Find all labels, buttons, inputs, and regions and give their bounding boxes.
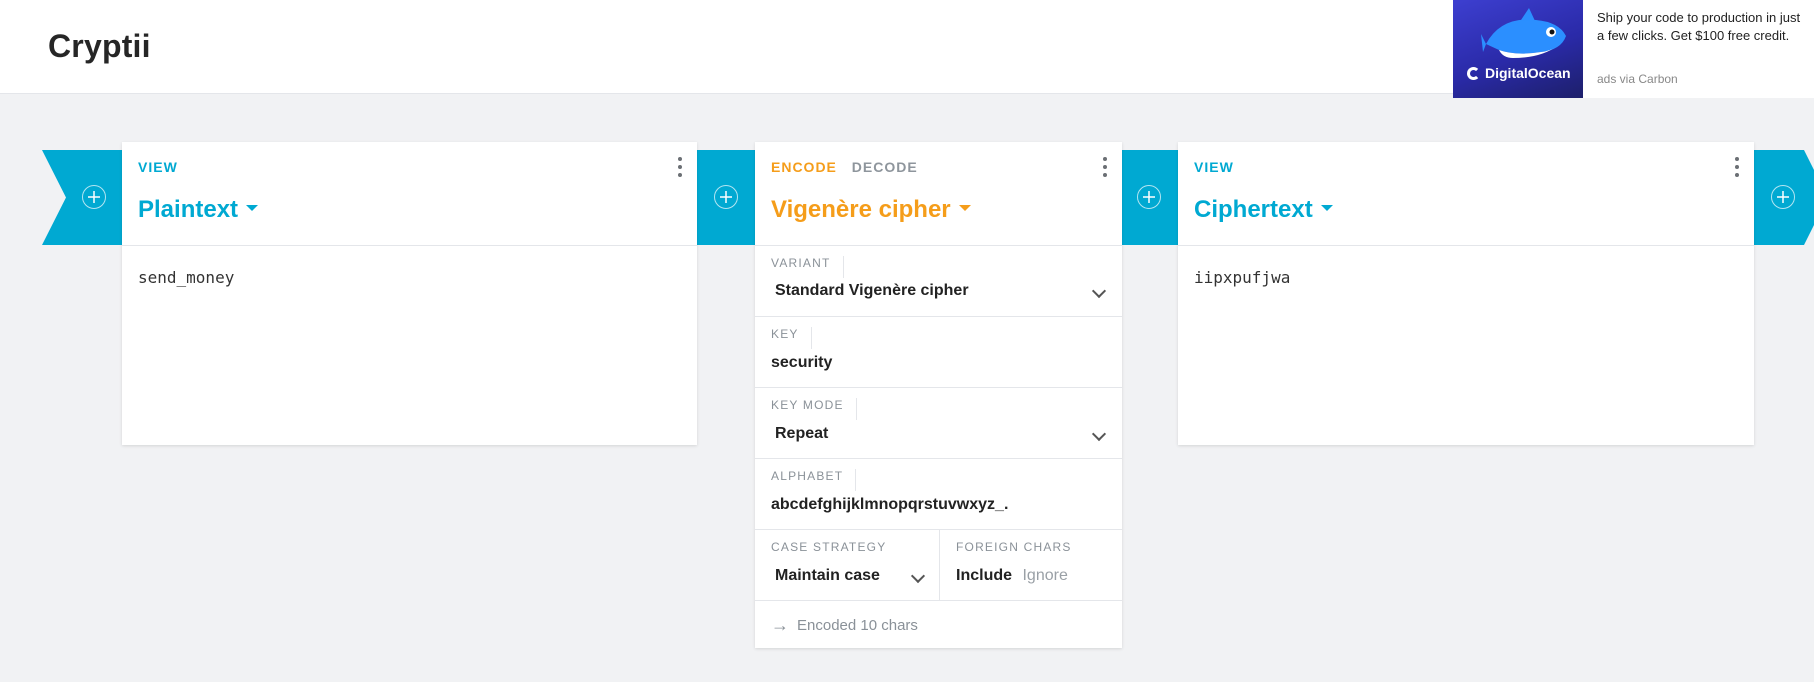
- brick-title-ciphertext[interactable]: Ciphertext: [1194, 196, 1333, 224]
- chevron-down-icon[interactable]: [910, 568, 926, 584]
- brick-tabs: VIEW: [1194, 159, 1244, 175]
- ad-image[interactable]: DigitalOcean: [1453, 0, 1583, 98]
- brick-header: VIEW Ciphertext: [1178, 142, 1754, 246]
- digitalocean-logo: DigitalOcean: [1467, 65, 1571, 81]
- setting-variant[interactable]: VARIANT Standard Vigenère cipher: [755, 246, 1122, 317]
- pipeline-gap-4[interactable]: [1754, 150, 1812, 245]
- setting-foreign-chars: FOREIGN CHARS Include Ignore: [940, 530, 1122, 600]
- brick-tabs: VIEW: [138, 159, 188, 175]
- more-vert-icon[interactable]: [677, 157, 683, 177]
- key-mode-select[interactable]: Repeat: [775, 425, 828, 443]
- setting-label: FOREIGN CHARS: [956, 540, 1072, 554]
- pipeline-gap-3[interactable]: [1120, 150, 1178, 245]
- app-logo[interactable]: Cryptii: [48, 28, 151, 65]
- add-brick-icon[interactable]: [1137, 185, 1161, 209]
- arrow-right-icon: →: [771, 615, 789, 635]
- more-vert-icon[interactable]: [1734, 157, 1740, 177]
- chevron-down-icon[interactable]: [1091, 283, 1107, 299]
- vigenere-brick: ENCODE DECODE Vigenère cipher VARIANT St…: [755, 142, 1122, 648]
- tab-decode[interactable]: DECODE: [852, 159, 918, 175]
- setting-label: CASE STRATEGY: [771, 540, 887, 554]
- tab-view[interactable]: VIEW: [1194, 159, 1234, 175]
- caret-down-icon: [246, 204, 259, 211]
- foreign-chars-options: Include Ignore: [956, 567, 1068, 585]
- foreign-chars-include[interactable]: Include: [956, 567, 1012, 584]
- tab-encode[interactable]: ENCODE: [771, 159, 837, 175]
- key-input[interactable]: security: [771, 354, 832, 372]
- setting-alphabet[interactable]: ALPHABET abcdefghijklmnopqrstuvwxyz_.: [755, 459, 1122, 530]
- ad-via-link[interactable]: ads via Carbon: [1597, 72, 1678, 86]
- brick-tabs: ENCODE DECODE: [771, 159, 928, 175]
- alphabet-input[interactable]: abcdefghijklmnopqrstuvwxyz_.: [771, 496, 1008, 514]
- brick-header: VIEW Plaintext: [122, 142, 697, 246]
- more-vert-icon[interactable]: [1102, 157, 1108, 177]
- foreign-chars-ignore[interactable]: Ignore: [1022, 567, 1067, 584]
- setting-label: KEY MODE: [771, 398, 857, 420]
- setting-label: KEY: [771, 327, 812, 349]
- brick-title-plaintext[interactable]: Plaintext: [138, 196, 259, 224]
- variant-select[interactable]: Standard Vigenère cipher: [775, 282, 969, 300]
- case-strategy-select[interactable]: Maintain case: [775, 567, 880, 585]
- setting-key[interactable]: KEY security: [755, 317, 1122, 388]
- add-brick-icon[interactable]: [82, 185, 106, 209]
- tab-view[interactable]: VIEW: [138, 159, 178, 175]
- setting-row-case-foreign: CASE STRATEGY Maintain case FOREIGN CHAR…: [755, 530, 1122, 601]
- status-text: Encoded 10 chars: [797, 617, 918, 634]
- plaintext-brick: VIEW Plaintext send_money: [122, 142, 697, 445]
- chevron-down-icon[interactable]: [1091, 426, 1107, 442]
- pipeline-gap-2[interactable]: [697, 150, 755, 245]
- brick-status: → Encoded 10 chars: [755, 601, 1122, 651]
- setting-label: ALPHABET: [771, 469, 857, 491]
- caret-down-icon: [1320, 204, 1333, 211]
- caret-down-icon: [958, 204, 971, 211]
- setting-case-strategy[interactable]: CASE STRATEGY Maintain case: [755, 530, 940, 600]
- brick-header: ENCODE DECODE Vigenère cipher: [755, 142, 1122, 246]
- ad-text[interactable]: Ship your code to production in just a f…: [1597, 9, 1807, 45]
- add-brick-icon[interactable]: [1771, 185, 1795, 209]
- add-brick-icon[interactable]: [714, 185, 738, 209]
- ciphertext-brick: VIEW Ciphertext iipxpufjwa: [1178, 142, 1754, 445]
- pipeline-gap-1[interactable]: [66, 150, 122, 245]
- carbon-ad[interactable]: DigitalOcean Ship your code to productio…: [1453, 0, 1814, 98]
- plaintext-input[interactable]: send_money: [138, 268, 234, 287]
- ciphertext-output[interactable]: iipxpufjwa: [1194, 268, 1290, 287]
- brick-title-vigenere[interactable]: Vigenère cipher: [771, 196, 971, 224]
- setting-key-mode[interactable]: KEY MODE Repeat: [755, 388, 1122, 459]
- shark-illustration-icon: [1481, 8, 1566, 58]
- setting-label: VARIANT: [771, 256, 844, 278]
- status-row: → Encoded 10 chars: [771, 615, 918, 636]
